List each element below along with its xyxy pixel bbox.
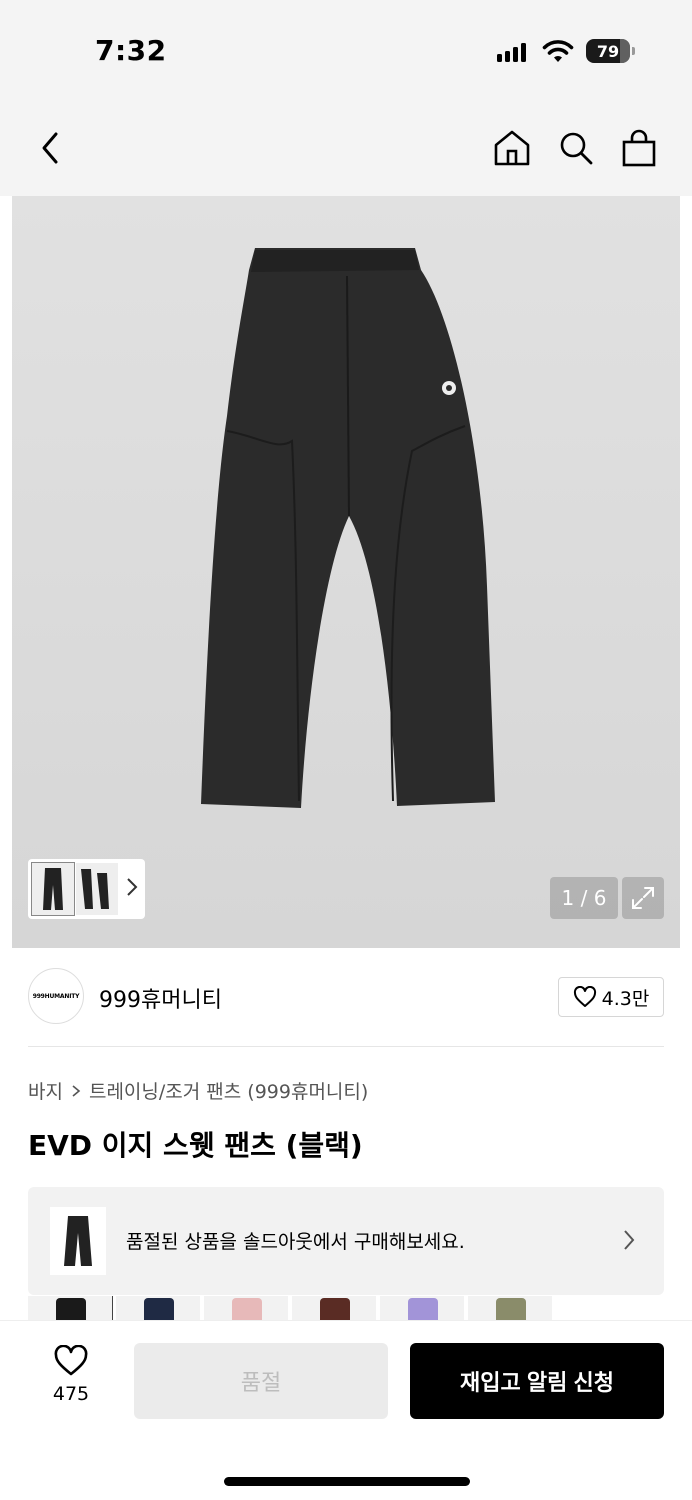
- clock: 7:32: [95, 34, 167, 67]
- chevron-right-icon: [127, 878, 138, 896]
- color-swatch: [320, 1298, 350, 1320]
- product-image: [201, 248, 495, 808]
- chevron-right-icon: [72, 1084, 81, 1097]
- thumbnail-image[interactable]: [76, 863, 118, 915]
- color-options: [28, 1296, 552, 1320]
- thumbnail-strip[interactable]: [28, 859, 145, 919]
- soldout-button: 품절: [134, 1343, 388, 1419]
- home-icon: [494, 130, 530, 166]
- expand-icon: [632, 887, 654, 909]
- brand-logo[interactable]: 999HUMANITY: [28, 968, 84, 1024]
- search-button[interactable]: [556, 128, 596, 168]
- thumbnail-image[interactable]: [31, 862, 75, 916]
- breadcrumb-category[interactable]: 바지: [28, 1077, 63, 1104]
- color-swatch: [56, 1298, 86, 1320]
- battery-level: 79: [596, 41, 620, 61]
- product-image-gallery[interactable]: 1 / 6: [12, 196, 680, 948]
- home-button[interactable]: [492, 128, 532, 168]
- divider: [28, 1046, 664, 1047]
- product-title: EVD 이지 스웻 팬츠 (블랙): [28, 1129, 363, 1162]
- color-option[interactable]: [204, 1296, 288, 1320]
- soldout-product-thumbnail: [50, 1207, 106, 1275]
- color-option[interactable]: [28, 1296, 113, 1320]
- color-option[interactable]: [380, 1296, 464, 1320]
- color-option[interactable]: [292, 1296, 376, 1320]
- wishlist-button[interactable]: 475: [36, 1344, 106, 1405]
- search-icon: [560, 132, 593, 165]
- color-swatch: [232, 1298, 262, 1320]
- status-bar: 7:32 79: [0, 0, 692, 100]
- wifi-icon: [542, 40, 574, 62]
- brand-row[interactable]: 999HUMANITY 999휴머니티 4.3만: [28, 968, 664, 1028]
- chevron-right-icon: [624, 1230, 635, 1250]
- soldout-banner[interactable]: 품절된 상품을 솔드아웃에서 구매해보세요.: [28, 1187, 664, 1295]
- breadcrumb-subcategory[interactable]: 트레이닝/조거 팬츠 (999휴머니티): [89, 1077, 368, 1104]
- image-counter: 1 / 6: [550, 877, 618, 919]
- color-swatch: [496, 1298, 526, 1320]
- cellular-signal-icon: [497, 42, 526, 62]
- fullscreen-button[interactable]: [622, 877, 664, 919]
- chevron-left-icon: [42, 132, 58, 164]
- breadcrumb: 바지 트레이닝/조거 팬츠 (999휴머니티): [28, 1077, 368, 1104]
- wishlist-count: 475: [52, 1383, 90, 1405]
- restock-alert-button[interactable]: 재입고 알림 신청: [410, 1343, 664, 1419]
- shopping-bag-icon: [622, 129, 656, 167]
- cart-button[interactable]: [619, 128, 659, 168]
- heart-icon: [54, 1344, 88, 1376]
- bottom-action-bar: 475 품절 재입고 알림 신청: [0, 1320, 692, 1500]
- color-swatch: [408, 1298, 438, 1320]
- home-indicator: [224, 1477, 470, 1486]
- heart-icon: [573, 986, 596, 1007]
- brand-like-count: 4.3만: [601, 987, 650, 1010]
- color-swatch: [144, 1298, 174, 1320]
- soldout-banner-text: 품절된 상품을 솔드아웃에서 구매해보세요.: [126, 1231, 465, 1253]
- brand-name[interactable]: 999휴머니티: [99, 982, 222, 1014]
- back-button[interactable]: [30, 128, 70, 168]
- color-option[interactable]: [116, 1296, 200, 1320]
- color-option[interactable]: [468, 1296, 552, 1320]
- battery-icon: 79: [586, 39, 635, 63]
- brand-like-button[interactable]: 4.3만: [558, 977, 664, 1017]
- top-navigation: [0, 100, 692, 196]
